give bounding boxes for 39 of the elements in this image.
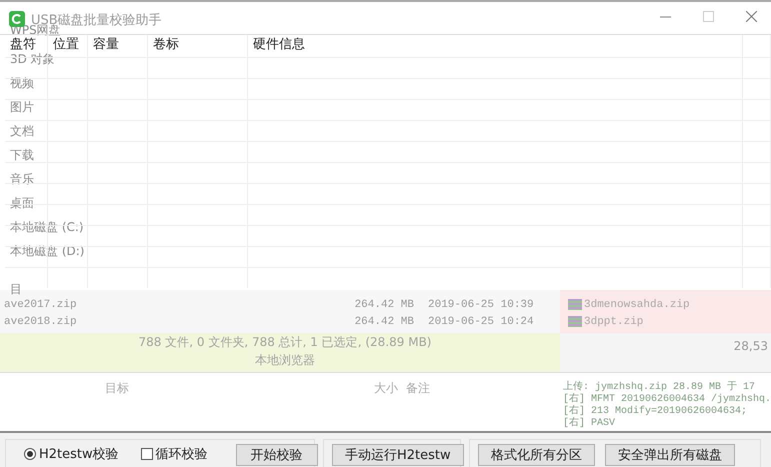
location-label: 本地浏览器 — [255, 352, 315, 369]
log-line: [右] 213 Modify=20190626004634; — [563, 406, 748, 417]
column-header: 大小 — [374, 380, 398, 397]
sidebar-item[interactable]: 下载 — [10, 149, 34, 162]
sidebar-item[interactable]: 目 — [10, 283, 22, 296]
close-icon[interactable] — [746, 11, 757, 22]
file-name: 3dppt.zip — [584, 316, 644, 328]
file-name: ave2018.zip — [3, 316, 78, 328]
manual-run-button[interactable]: 手动运行H2testw — [332, 444, 464, 466]
radio-button[interactable] — [24, 448, 36, 460]
column-header[interactable]: 容量 — [93, 38, 119, 51]
column-header[interactable]: 卷标 — [153, 38, 179, 51]
archive-icon — [568, 299, 582, 310]
sidebar-item[interactable]: 文档 — [10, 125, 34, 138]
start-button[interactable]: 开始校验 — [236, 444, 318, 466]
log-line: [右] MFMT 20190626004634 /jymzhshq. — [563, 394, 771, 405]
file-size: 264.42 MB — [354, 316, 414, 328]
radio-label: H2testw校验 — [39, 446, 119, 463]
column-header[interactable]: 硬件信息 — [253, 38, 305, 51]
file-name: ave2017.zip — [3, 298, 78, 310]
file-date: 2019-06-25 10:24 — [428, 316, 534, 328]
column-header: 目标 — [105, 380, 129, 397]
remote-size: 28,53 — [734, 339, 768, 355]
archive-icon — [568, 316, 582, 327]
status-summary: 788 文件, 0 文件夹, 788 总计, 1 已选定, (28.89 MB) — [138, 334, 432, 351]
log-line: 上传: jymzhshq.zip 28.89 MB 于 17 — [563, 382, 756, 393]
column-header[interactable]: 盘符 — [10, 38, 36, 51]
column-header[interactable]: 位置 — [53, 38, 79, 51]
file-date: 2019-06-25 10:39 — [428, 298, 534, 310]
column-header: 备注 — [406, 380, 430, 397]
file-size: 264.42 MB — [354, 298, 414, 310]
log-line: [右] PASV — [563, 418, 616, 430]
checkbox-label: 循环校验 — [156, 446, 208, 463]
format-button[interactable]: 格式化所有分区 — [478, 444, 595, 466]
sidebar-item[interactable]: 图片 — [10, 101, 34, 114]
eject-button[interactable]: 安全弹出所有磁盘 — [605, 444, 735, 466]
file-name: 3dmenowsahda.zip — [584, 298, 690, 310]
checkbox[interactable] — [140, 448, 153, 460]
app-icon — [9, 11, 25, 27]
